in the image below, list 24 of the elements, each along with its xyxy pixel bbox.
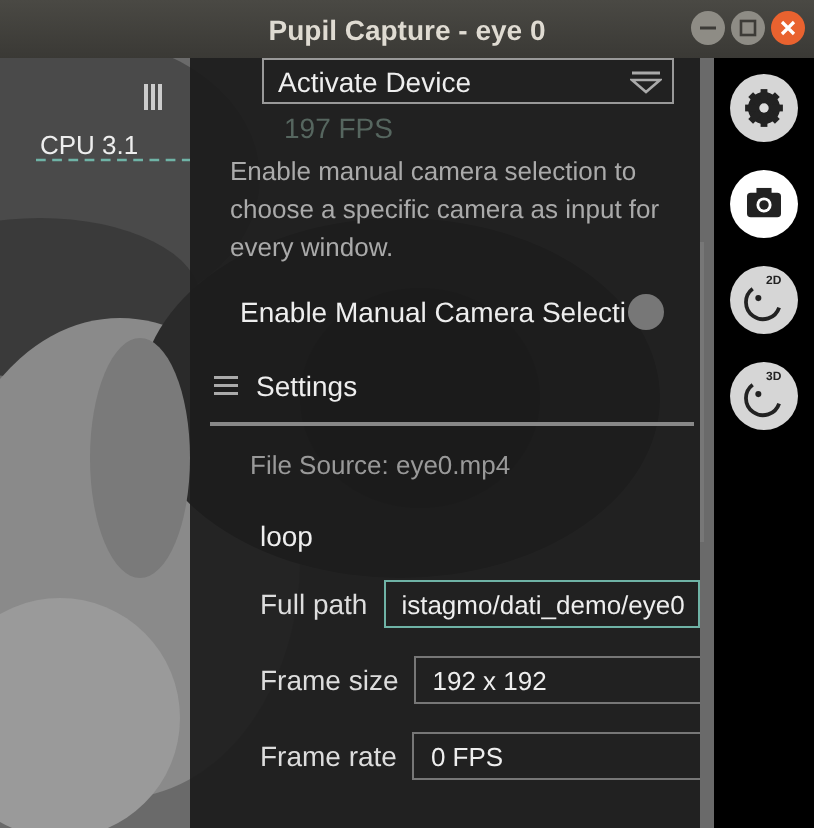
close-icon[interactable]: [770, 10, 806, 46]
cpu-label: CPU 3.1: [40, 130, 139, 160]
device-dropdown[interactable]: Activate Device: [262, 58, 674, 104]
file-source-text: File Source: eye0.mp4: [250, 450, 511, 480]
toggle-switch[interactable]: [628, 294, 664, 330]
window-title: Pupil Capture - eye 0: [268, 13, 546, 45]
description-text: Enable manual camera selection to choose a specific camera as input for every window.: [230, 154, 662, 266]
minimize-icon[interactable]: [690, 10, 726, 46]
section-title: Settings: [256, 370, 358, 402]
input-field[interactable]: 192 x 192: [414, 656, 700, 704]
field-label: Frame size: [260, 664, 399, 696]
maximize-icon[interactable]: [730, 10, 766, 46]
field-label: Full path: [260, 588, 368, 620]
sidebar-button[interactable]: [730, 170, 798, 238]
input-field[interactable]: istagmo/dati_demo/eye0: [383, 580, 700, 628]
loop-label[interactable]: loop: [260, 520, 313, 552]
drag-handle-icon[interactable]: [144, 84, 162, 110]
caret-icon: [630, 69, 662, 93]
menu-icon[interactable]: [214, 376, 238, 396]
sidebar-button[interactable]: [730, 74, 798, 142]
input-field[interactable]: 0 FPS: [412, 732, 700, 780]
fps-label: 197 FPS: [284, 114, 393, 144]
toggle-label: Enable Manual Camera Selecti: [240, 296, 626, 328]
field-label: Frame rate: [260, 740, 397, 772]
